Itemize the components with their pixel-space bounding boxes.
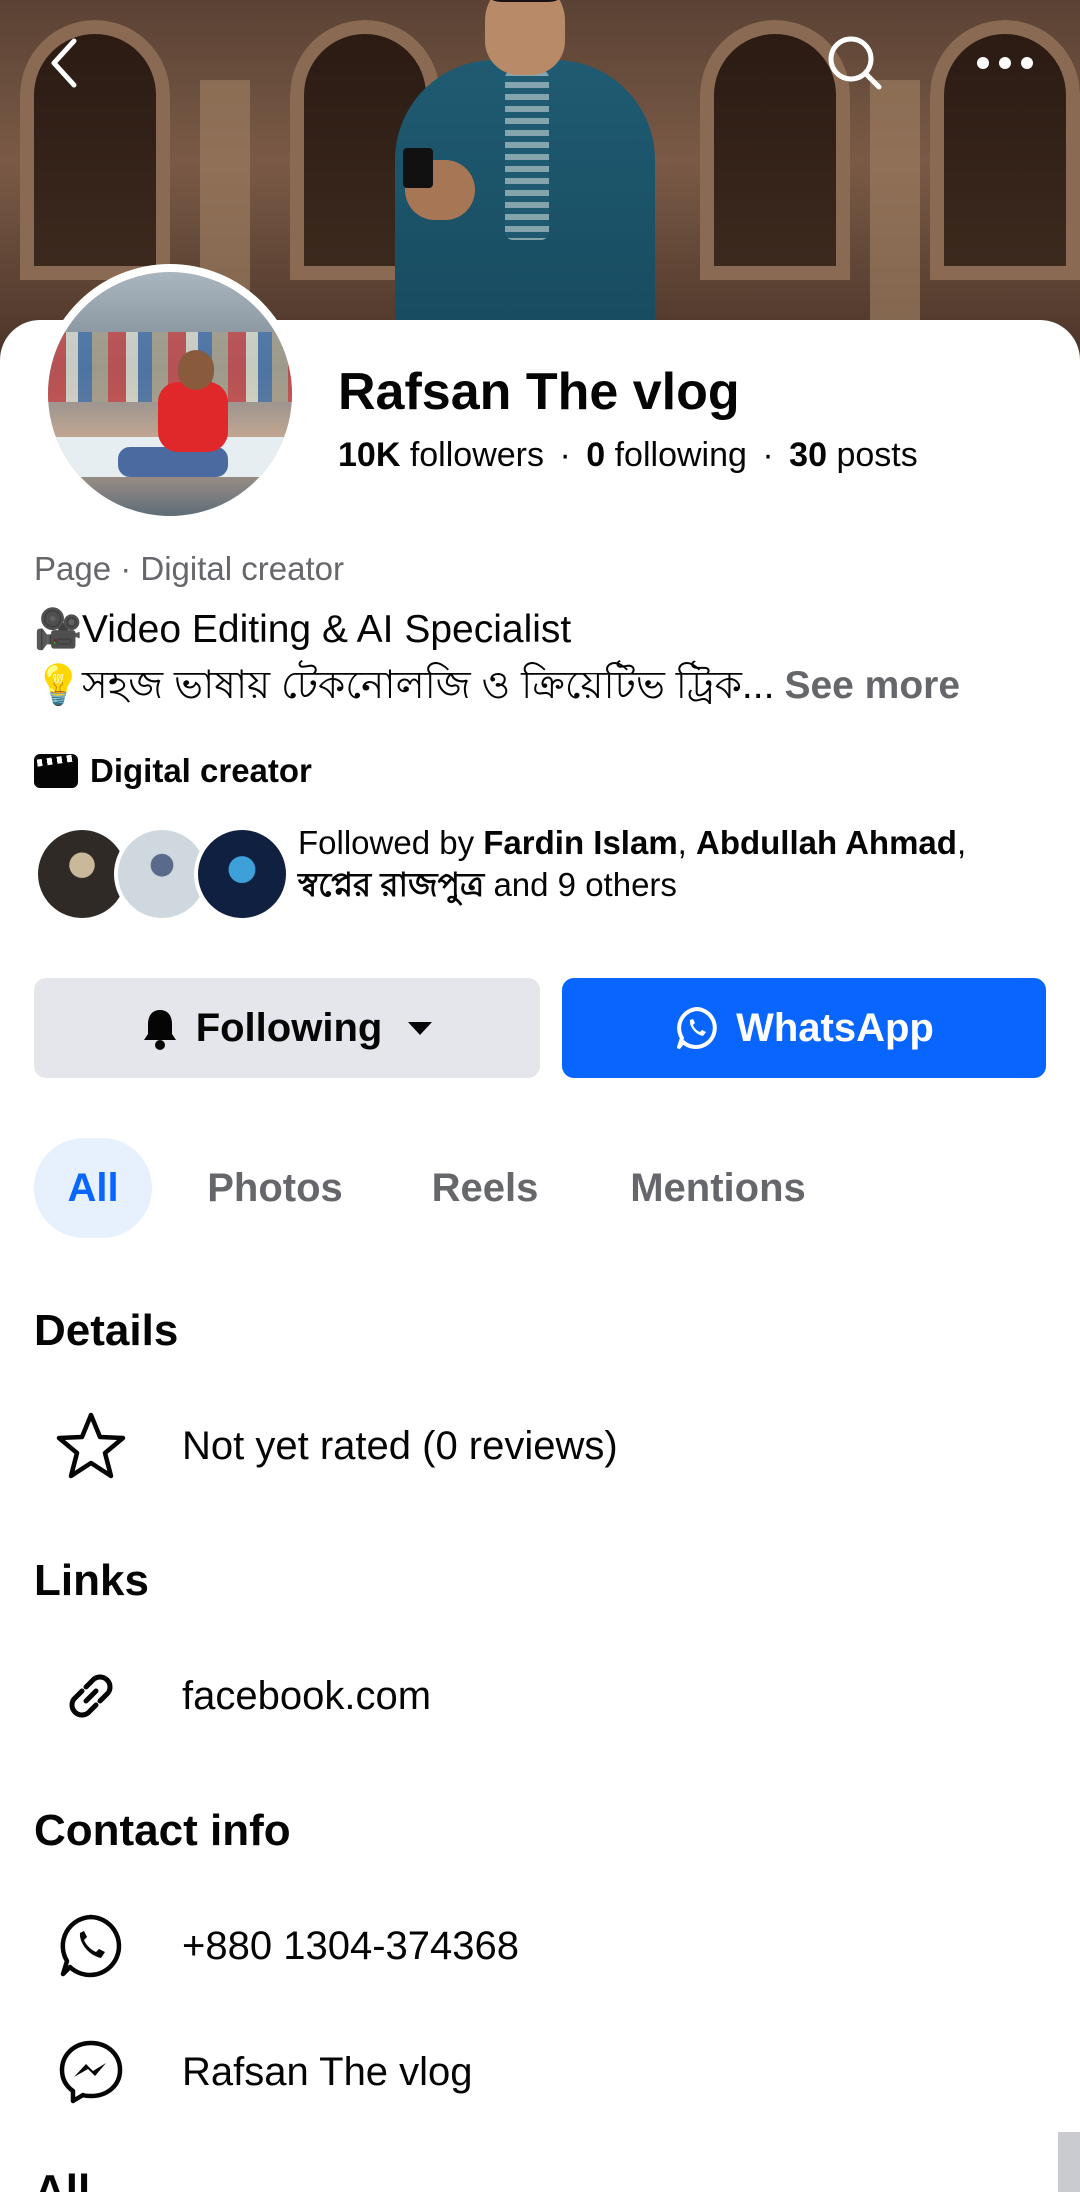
cover-person: [385, 0, 665, 360]
following-count: 0: [586, 436, 606, 474]
avatar: [194, 826, 290, 922]
rating-text: Not yet rated (0 reviews): [182, 1423, 618, 1468]
bell-icon: [140, 1006, 180, 1050]
following-button[interactable]: Following: [34, 978, 540, 1078]
bio-line-2: 💡সহজ ভাষায় টেকনোলজি ও ক্রিয়েটিভ ট্রিক.…: [34, 655, 960, 720]
profile-stats[interactable]: 10K followers · 0 following · 30 posts: [338, 436, 918, 475]
following-label: following: [614, 436, 747, 474]
star-icon: [36, 1396, 146, 1496]
page-category: Page · Digital creator: [34, 550, 344, 587]
phone-row[interactable]: +880 1304-374368: [34, 1896, 1034, 1996]
following-label: Following: [195, 1005, 383, 1050]
followed-name: Abdullah Ahmad: [696, 824, 957, 861]
scrollbar-thumb[interactable]: [1058, 2132, 1080, 2192]
next-section-title: All: [34, 2166, 91, 2192]
back-arrow-icon[interactable]: [36, 28, 92, 98]
messenger-row[interactable]: Rafsan The vlog: [34, 2022, 1034, 2122]
followers-label: followers: [409, 436, 544, 474]
link-url: facebook.com: [182, 1673, 432, 1718]
more-horizontal-icon[interactable]: [965, 28, 1045, 98]
tab-photos[interactable]: Photos: [200, 1138, 350, 1238]
cover-pillar: [870, 80, 920, 320]
contact-info-title: Contact info: [34, 1806, 291, 1855]
messenger-icon: [36, 2022, 146, 2122]
tab-all[interactable]: All: [34, 1138, 152, 1238]
page-name: Rafsan The vlog: [338, 363, 740, 421]
whatsapp-icon: [674, 1005, 720, 1051]
stats-separator: ·: [762, 436, 774, 474]
creator-label: Digital creator: [90, 752, 312, 789]
followed-suffix: and 9 others: [493, 866, 677, 903]
whatsapp-button[interactable]: WhatsApp: [562, 978, 1046, 1078]
followed-name: স্বপ্নের রাজপুত্র: [298, 866, 485, 903]
followed-by-prefix: Followed by: [298, 824, 475, 861]
whatsapp-label: WhatsApp: [736, 1005, 934, 1050]
followed-sep: ,: [956, 824, 967, 861]
link-row[interactable]: facebook.com: [34, 1646, 1034, 1746]
messenger-name: Rafsan The vlog: [182, 2049, 473, 2094]
details-title: Details: [34, 1306, 179, 1355]
bio-line-1-text: Video Editing & AI Specialist: [82, 608, 572, 651]
video-camera-icon: 🎥: [34, 608, 83, 651]
followers-count: 10K: [338, 436, 401, 474]
bio-line-2-text: সহজ ভাষায় টেকনোলজি ও ক্রিয়েটিভ ট্রিক..…: [82, 664, 775, 707]
clapperboard-icon: [34, 754, 78, 788]
phone-number: +880 1304-374368: [182, 1923, 519, 1968]
mutual-avatars: [34, 822, 290, 922]
light-bulb-icon: 💡: [34, 664, 83, 707]
followed-name: Fardin Islam: [483, 824, 678, 861]
link-icon: [36, 1646, 146, 1746]
caret-down-icon: [406, 1019, 434, 1037]
followed-by-row[interactable]: Followed by Fardin Islam, Abdullah Ahmad…: [34, 822, 1018, 922]
stats-separator: ·: [559, 436, 571, 474]
whatsapp-icon: [36, 1896, 146, 1996]
search-icon[interactable]: [820, 28, 890, 98]
followed-sep: ,: [677, 824, 687, 861]
posts-count: 30: [789, 436, 827, 474]
rating-row[interactable]: Not yet rated (0 reviews): [34, 1396, 1034, 1496]
creator-category-row: Digital creator: [34, 752, 312, 790]
see-more-link[interactable]: See more: [784, 664, 960, 707]
followed-by-text: Followed by Fardin Islam, Abdullah Ahmad…: [298, 822, 1018, 906]
tab-reels[interactable]: Reels: [420, 1138, 550, 1238]
posts-label: posts: [836, 436, 918, 474]
profile-avatar[interactable]: [40, 264, 300, 524]
bio-line-1: 🎥Video Editing & AI Specialist: [34, 606, 571, 652]
links-title: Links: [34, 1556, 149, 1605]
tab-mentions[interactable]: Mentions: [618, 1138, 818, 1238]
